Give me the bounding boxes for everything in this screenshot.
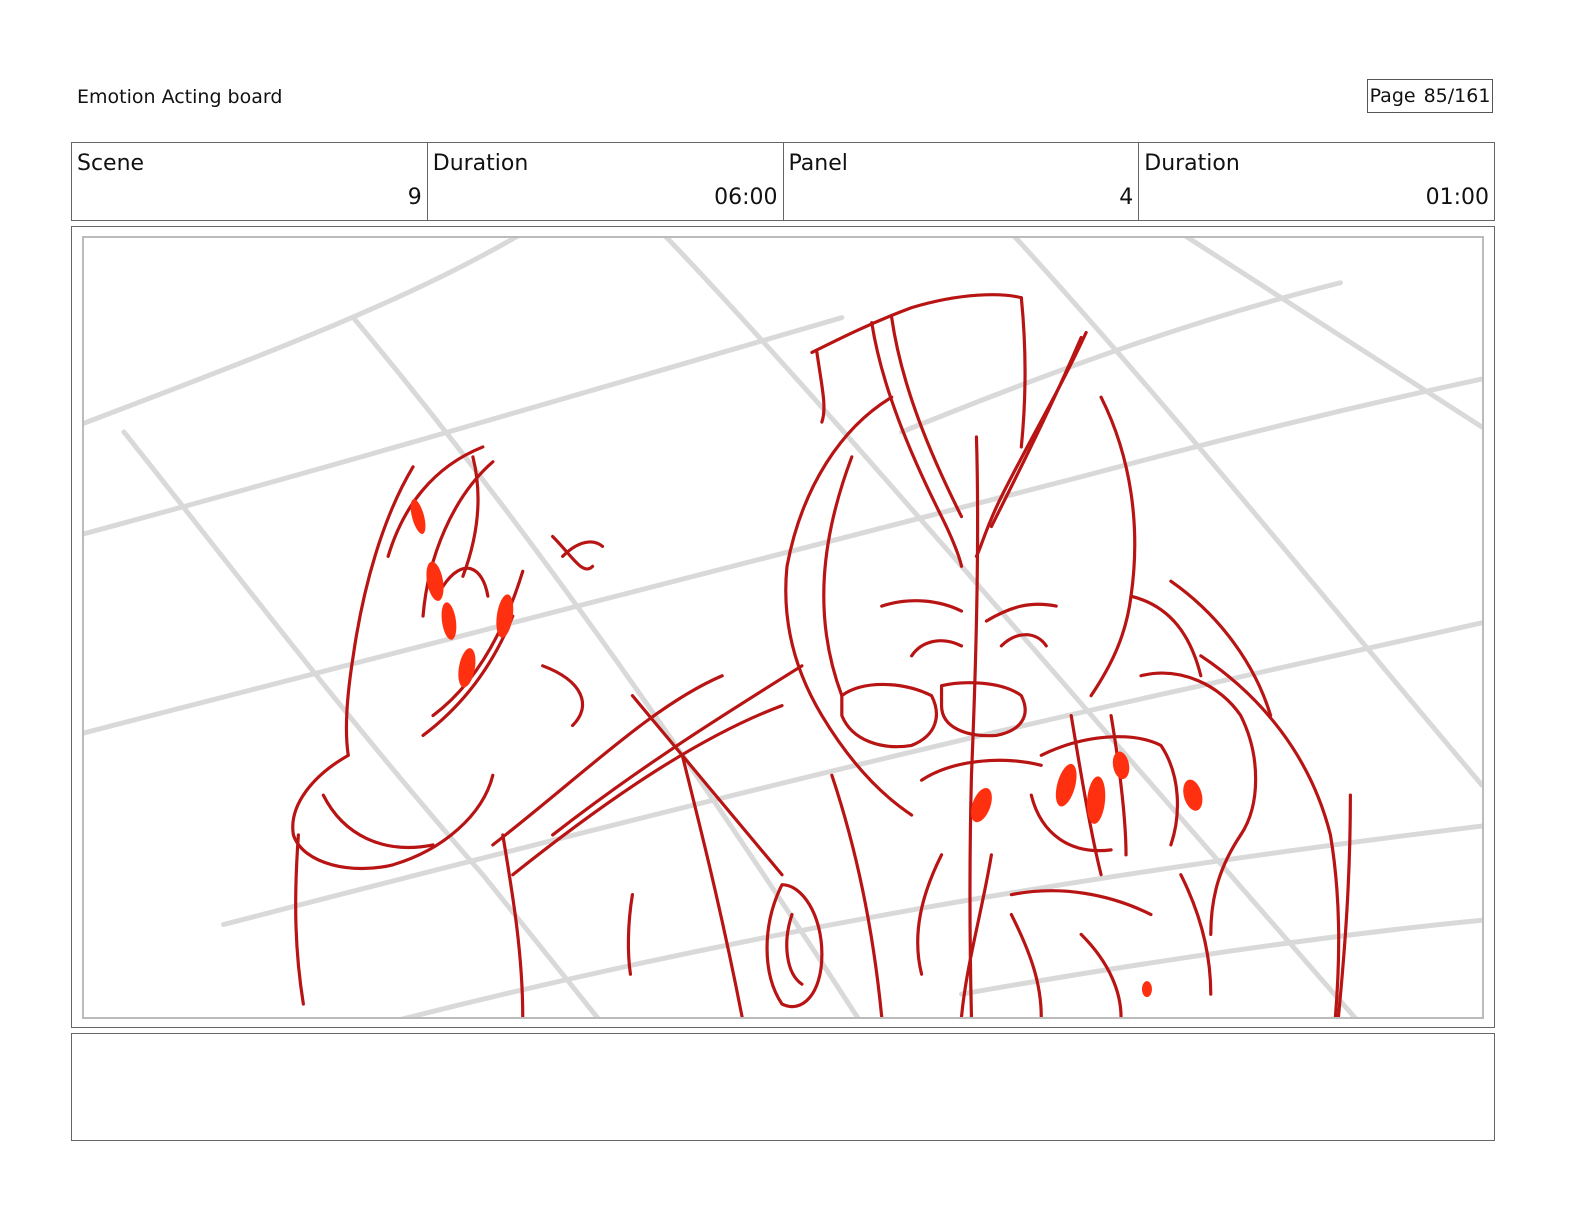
- panel-duration-cell: Duration 01:00: [1139, 143, 1494, 220]
- panel-cell: Panel 4: [784, 143, 1140, 220]
- scene-duration-label: Duration: [432, 151, 529, 176]
- panel-duration-label: Duration: [1144, 151, 1240, 176]
- panel-label: Panel: [788, 151, 848, 176]
- panel-safe-area: [82, 236, 1484, 1019]
- accent-marks: [410, 499, 1203, 998]
- scene-cell: Scene 9: [72, 143, 428, 220]
- page-number: 85/161: [1423, 85, 1491, 107]
- perspective-grid: [84, 238, 1482, 1017]
- document-title: Emotion Acting board: [77, 86, 283, 108]
- panel-value: 4: [1119, 185, 1134, 210]
- panel-info-table: Scene 9 Duration 06:00 Panel 4 Duration …: [71, 142, 1495, 221]
- notes-area: [71, 1033, 1495, 1141]
- scene-duration-value: 06:00: [714, 185, 778, 210]
- storyboard-panel: [71, 226, 1495, 1028]
- character-sketch: [291, 293, 1352, 1017]
- page-label: Page: [1369, 85, 1416, 107]
- scene-value: 9: [407, 185, 422, 210]
- panel-duration-value: 01:00: [1425, 185, 1489, 210]
- sketch-drawing: [84, 238, 1482, 1017]
- page-indicator: Page 85/161: [1367, 79, 1493, 113]
- scene-label: Scene: [77, 151, 145, 176]
- scene-duration-cell: Duration 06:00: [428, 143, 784, 220]
